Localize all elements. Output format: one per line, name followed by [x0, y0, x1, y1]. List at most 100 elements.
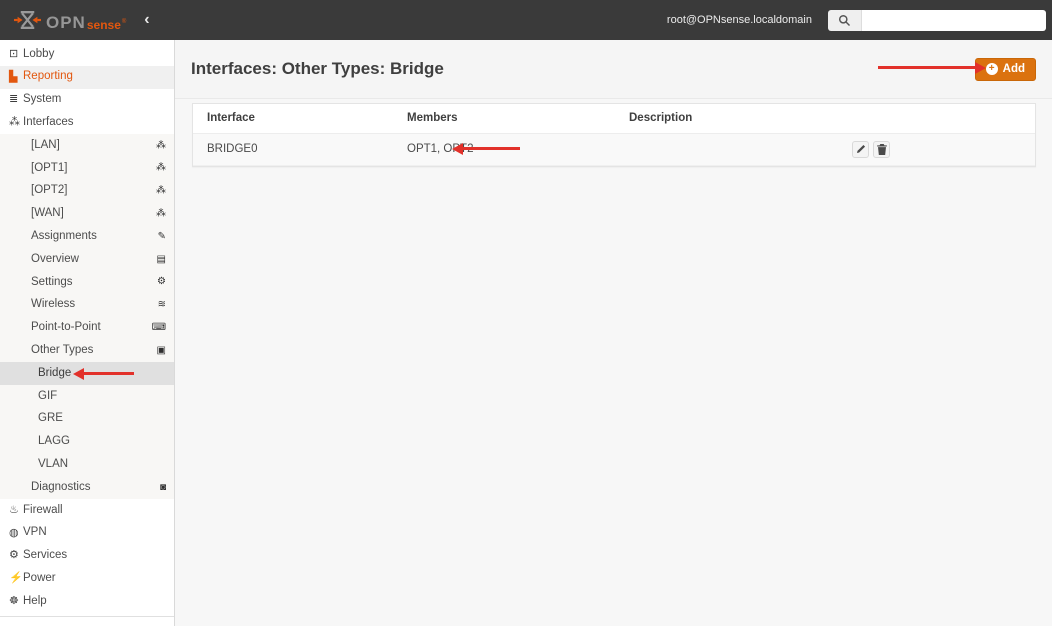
- sidebar-item-label: Power: [23, 571, 56, 584]
- column-header-members: Members: [393, 104, 615, 134]
- sitemap-icon: ⁂: [156, 139, 166, 151]
- edit-button[interactable]: [852, 140, 869, 158]
- sidebar-item-vlan[interactable]: VLAN: [0, 453, 174, 477]
- sidebar-item-label: Lobby: [23, 47, 55, 60]
- page-body: Interface Members Description BRIDGE0 OPT1,…: [175, 99, 1052, 167]
- sidebar: ⊡ Lobby ▙ Reporting ≣ System ⁂ Interfaces [LAN] ⁂…: [0, 40, 175, 626]
- sidebar-item-lagg[interactable]: LAGG: [0, 430, 174, 454]
- camera-icon: ◙: [159, 481, 166, 493]
- sidebar-item-label: Assignments: [31, 230, 97, 243]
- logo-registered-mark: ®: [121, 19, 127, 25]
- sidebar-item-point-to-point[interactable]: Point-to-Point ⌨: [0, 316, 174, 340]
- sidebar-item-firewall[interactable]: ♨ Firewall: [0, 499, 174, 522]
- sitemap-icon: ⁂: [156, 185, 166, 197]
- logo-text-accent: sense: [86, 18, 121, 32]
- sidebar-item-label: System: [23, 93, 62, 106]
- sidebar-item-lobby[interactable]: ⊡ Lobby: [0, 43, 174, 66]
- sidebar-item-wan[interactable]: [WAN] ⁂: [0, 202, 174, 226]
- logged-in-user: root@OPNsense.localdomain: [666, 14, 812, 26]
- hdd-icon: ▣: [156, 344, 166, 356]
- table-header-row: Interface Members Description: [193, 104, 1035, 134]
- add-button-label: Add: [1002, 63, 1025, 75]
- sitemap-icon: ⁂: [9, 116, 20, 129]
- sidebar-item-label: GIF: [38, 389, 58, 402]
- sidebar-item-label: [OPT2]: [31, 184, 68, 197]
- sidebar-item-help[interactable]: ☸ Help: [0, 590, 174, 613]
- desktop-icon: ⊡: [9, 47, 19, 60]
- sidebar-item-label: Other Types: [31, 344, 94, 356]
- sidebar-item-label: VPN: [23, 526, 47, 539]
- sidebar-item-power[interactable]: ⚡ Power: [0, 567, 174, 590]
- sidebar-item-label: [LAN]: [31, 138, 60, 151]
- page-header: Interfaces: Other Types: Bridge + Add: [175, 40, 1052, 99]
- cogs-icon: ⚙: [157, 276, 166, 288]
- sitemap-icon: ⁂: [156, 207, 166, 219]
- sidebar-item-label: Bridge: [38, 366, 72, 379]
- table-row: BRIDGE0 OPT1, OPT2: [193, 133, 1035, 165]
- sidebar-item-settings[interactable]: Settings ⚙: [0, 270, 174, 294]
- globe-icon: ◍: [9, 526, 19, 539]
- fire-icon: ♨: [9, 503, 19, 516]
- table-body: BRIDGE0 OPT1, OPT2: [193, 133, 1035, 165]
- sidebar-item-label: Overview: [31, 252, 79, 265]
- sidebar-item-gre[interactable]: GRE: [0, 407, 174, 431]
- sidebar-item-label: Interfaces: [23, 116, 74, 129]
- annotation-arrow-members-cell: [463, 147, 520, 150]
- sidebar-item-label: [OPT1]: [31, 161, 68, 174]
- delete-button[interactable]: [873, 140, 890, 158]
- sidebar-item-system[interactable]: ≣ System: [0, 89, 174, 112]
- modem-icon: ⌨: [151, 321, 166, 333]
- sidebar-item-label: Firewall: [23, 503, 63, 516]
- page-title: Interfaces: Other Types: Bridge: [191, 59, 444, 78]
- column-header-interface: Interface: [193, 104, 393, 134]
- sidebar-item-vpn[interactable]: ◍ VPN: [0, 522, 174, 545]
- list-alt-icon: ▤: [156, 253, 166, 265]
- sidebar-item-interfaces[interactable]: ⁂ Interfaces: [0, 111, 174, 134]
- area-chart-icon: ▙: [9, 70, 18, 83]
- sidebar-item-opt2[interactable]: [OPT2] ⁂: [0, 179, 174, 203]
- pencil-icon: [856, 144, 865, 153]
- column-header-description: Description: [615, 104, 838, 134]
- plus-icon: +: [985, 63, 998, 75]
- plug-icon: ⚡: [9, 572, 23, 585]
- opnsense-logo-icon: [14, 11, 41, 29]
- gear-icon: ⚙: [9, 549, 19, 562]
- sidebar-item-other-types[interactable]: Other Types ▣: [0, 339, 174, 363]
- sidebar-item-label: LAGG: [38, 435, 70, 448]
- sidebar-menu: ⊡ Lobby ▙ Reporting ≣ System ⁂ Interfaces [LAN] ⁂…: [0, 40, 174, 617]
- bridge-table: Interface Members Description BRIDGE0 OPT1,…: [193, 104, 1035, 166]
- row-actions-cell: [838, 133, 1035, 165]
- pencil-icon: ✎: [157, 230, 166, 242]
- opnsense-logo[interactable]: OPN sense ®: [14, 9, 126, 31]
- sidebar-item-label: Reporting: [23, 70, 73, 83]
- sidebar-item-assignments[interactable]: Assignments ✎: [0, 225, 174, 249]
- wifi-icon: ≋: [157, 299, 166, 311]
- sidebar-item-diagnostics[interactable]: Diagnostics ◙: [0, 476, 174, 499]
- sidebar-item-reporting[interactable]: ▙ Reporting: [0, 65, 174, 89]
- column-header-actions: [838, 104, 1035, 134]
- sidebar-item-lan[interactable]: [LAN] ⁂: [0, 134, 174, 157]
- sidebar-item-label: Services: [23, 549, 68, 562]
- sidebar-item-opt1[interactable]: [OPT1] ⁂: [0, 156, 174, 180]
- description-cell: [615, 133, 838, 165]
- sidebar-item-services[interactable]: ⚙ Services: [0, 545, 174, 568]
- life-ring-icon: ☸: [9, 595, 19, 608]
- sitemap-icon: ⁂: [156, 162, 166, 174]
- annotation-arrow-sidebar-bridge: [84, 372, 134, 375]
- top-header: OPN sense ® ‹ root@OPNsense.localdomain: [0, 0, 1052, 40]
- sidebar-item-overview[interactable]: Overview ▤: [0, 248, 174, 271]
- sidebar-item-wireless[interactable]: Wireless ≋: [0, 293, 174, 317]
- sidebar-item-gif[interactable]: GIF: [0, 384, 174, 408]
- sidebar-item-label: Help: [23, 594, 47, 607]
- search-input[interactable]: [862, 9, 1046, 31]
- sidebar-item-label: [WAN]: [31, 207, 64, 220]
- trash-icon: [876, 143, 887, 155]
- bridge-table-panel: Interface Members Description BRIDGE0 OPT1,…: [192, 103, 1036, 167]
- sidebar-item-label: GRE: [38, 412, 63, 425]
- sidebar-collapse-button[interactable]: ‹: [144, 12, 149, 28]
- list-icon: ≣: [9, 93, 19, 106]
- logo-text-primary: OPN: [46, 13, 86, 32]
- sidebar-item-label: Point-to-Point: [31, 321, 101, 334]
- search-box: [828, 9, 1046, 31]
- sidebar-item-label: Diagnostics: [31, 480, 91, 493]
